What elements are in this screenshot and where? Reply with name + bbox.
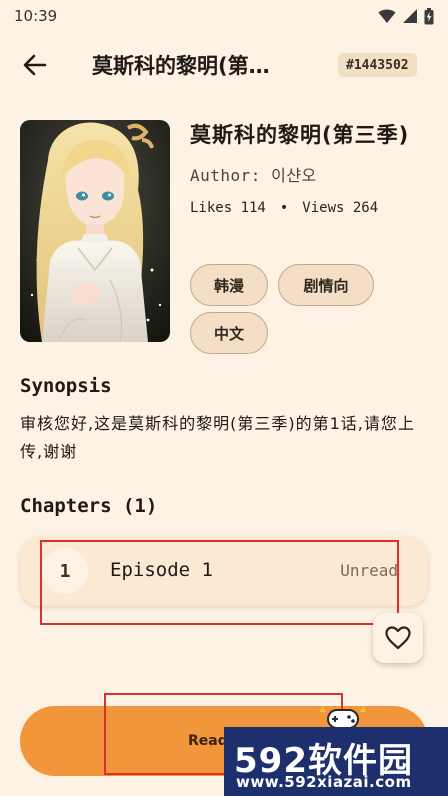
stats-separator: • [279,200,289,216]
tag-chip[interactable]: 韩漫 [190,264,268,306]
status-icons [378,7,434,25]
back-button[interactable] [18,48,52,82]
status-time: 10:39 [14,7,58,25]
chapter-number: 1 [42,548,88,594]
page-title: 莫斯科的黎明(第… [92,54,270,78]
heart-icon [385,626,411,650]
comic-info: 莫斯科的黎明(第三季) Author: 이샨오 Likes 114 • View… [190,120,430,216]
cover-illustration [20,120,170,342]
tag-chip[interactable]: 剧情向 [278,264,374,306]
read-button-label: Read [188,733,228,749]
tag-chip[interactable]: 中文 [190,312,268,354]
wifi-icon [378,9,396,23]
comic-id-badge: #1443502 [338,53,417,77]
likes-count: Likes 114 [190,200,266,216]
comic-cover-image[interactable] [20,120,170,342]
chapter-title: Episode 1 [110,559,213,581]
arrow-back-icon [23,54,47,76]
status-bar: 10:39 [0,0,448,32]
views-count: Views 264 [302,200,379,216]
chapter-read-status: Unread [340,561,398,580]
chapters-heading: Chapters (1) [20,495,158,517]
comic-stats: Likes 114 • Views 264 [190,200,430,216]
app-bar: 莫斯科的黎明(第… #1443502 [0,36,448,92]
battery-icon [424,7,434,24]
cellular-signal-icon [403,9,417,23]
watermark-banner: 592软件园 www.592xiazai.com [224,727,448,796]
synopsis-text: 审核您好,这是莫斯科的黎明(第三季)的第1话,请您上传,谢谢 [20,414,415,461]
comic-author[interactable]: Author: 이샨오 [190,162,430,186]
favorite-button[interactable] [373,613,423,663]
comic-title: 莫斯科的黎明(第三季) [190,123,410,147]
chapter-item[interactable]: 1 Episode 1 Unread [20,536,428,606]
synopsis-heading: Synopsis [20,375,112,397]
watermark-url: www.592xiazai.com [236,773,412,791]
